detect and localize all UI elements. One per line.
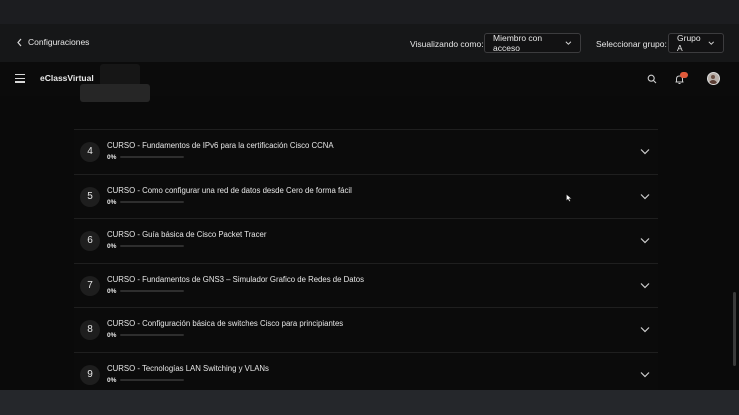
chevron-down-icon[interactable] [640, 193, 650, 200]
top-backdrop [0, 0, 739, 24]
scrollbar-thumb[interactable] [733, 292, 736, 366]
course-row[interactable]: 6 CURSO - Guía básica de Cisco Packet Tra… [74, 218, 658, 263]
course-progress-bar [120, 289, 184, 292]
notification-badge [680, 72, 688, 78]
course-row[interactable]: 8 CURSO - Configuración básica de switche… [74, 307, 658, 352]
course-progress-label: 0% [107, 376, 117, 384]
chevron-down-icon[interactable] [640, 148, 650, 155]
background-new-group-button [80, 84, 150, 102]
course-number: 8 [80, 320, 100, 341]
course-number: 5 [80, 186, 100, 207]
viewing-as-select[interactable]: Miembro con acceso [484, 33, 581, 53]
chevron-down-icon[interactable] [640, 371, 650, 378]
course-progress-label: 0% [107, 198, 117, 206]
background-blur [100, 64, 140, 86]
course-title: CURSO - Como configurar una red de datos… [107, 185, 352, 195]
chevron-left-icon [17, 38, 22, 46]
course-number: 9 [80, 364, 100, 385]
chevron-down-icon[interactable] [640, 326, 650, 333]
chevron-down-icon [708, 41, 715, 45]
menu-icon[interactable] [15, 74, 25, 83]
course-number: 4 [80, 142, 100, 162]
course-progress-bar [120, 245, 184, 248]
course-number: 7 [80, 275, 100, 296]
course-progress-bar [120, 156, 184, 158]
course-progress-label: 0% [107, 287, 117, 295]
course-progress-bar [120, 334, 184, 337]
course-progress-bar [120, 378, 184, 381]
course-title: CURSO - Fundamentos de IPv6 para la cert… [107, 141, 334, 150]
course-row[interactable]: 4 CURSO - Fundamentos de IPv6 para la cer… [74, 129, 658, 174]
chevron-down-icon[interactable] [640, 282, 650, 289]
back-to-configuraciones[interactable]: Configuraciones [16, 37, 89, 47]
course-progress-label: 0% [107, 154, 117, 161]
course-title: CURSO - Tecnologías LAN Switching y VLAN… [107, 363, 269, 373]
bottom-backdrop [0, 390, 739, 415]
course-row[interactable]: 9 CURSO - Tecnologías LAN Switching y VLA… [74, 351, 658, 390]
course-row[interactable]: 7 CURSO - Fundamentos de GNS3 – Simulador… [74, 262, 658, 308]
select-group-label: Seleccionar grupo: [596, 39, 667, 49]
course-progress-bar [120, 200, 184, 203]
group-value: Grupo A [677, 33, 701, 53]
search-icon[interactable] [647, 74, 657, 84]
group-select[interactable]: Grupo A [668, 33, 724, 53]
viewing-as-label: Visualizando como: [410, 39, 484, 49]
course-progress-label: 0% [107, 243, 117, 251]
brand-name: eClassVirtual [40, 73, 94, 83]
course-title: CURSO - Guía básica de Cisco Packet Trac… [107, 230, 267, 240]
course-list: 4 CURSO - Fundamentos de IPv6 para la cer… [74, 129, 658, 390]
config-bar: Configuraciones Visualizando como: Miemb… [0, 24, 739, 63]
back-label: Configuraciones [28, 37, 90, 47]
mouse-cursor-icon [566, 194, 572, 202]
viewing-as-value: Miembro con acceso [493, 33, 543, 53]
course-number: 6 [80, 231, 100, 252]
app-frame: Configuraciones Visualizando como: Miemb… [0, 24, 739, 390]
course-title: CURSO - Fundamentos de GNS3 – Simulador … [107, 274, 364, 284]
chevron-down-icon [565, 41, 572, 45]
course-title: CURSO - Configuración básica de switches… [107, 319, 344, 329]
chevron-down-icon[interactable] [640, 237, 650, 244]
avatar[interactable] [707, 72, 720, 85]
course-progress-label: 0% [107, 332, 117, 340]
